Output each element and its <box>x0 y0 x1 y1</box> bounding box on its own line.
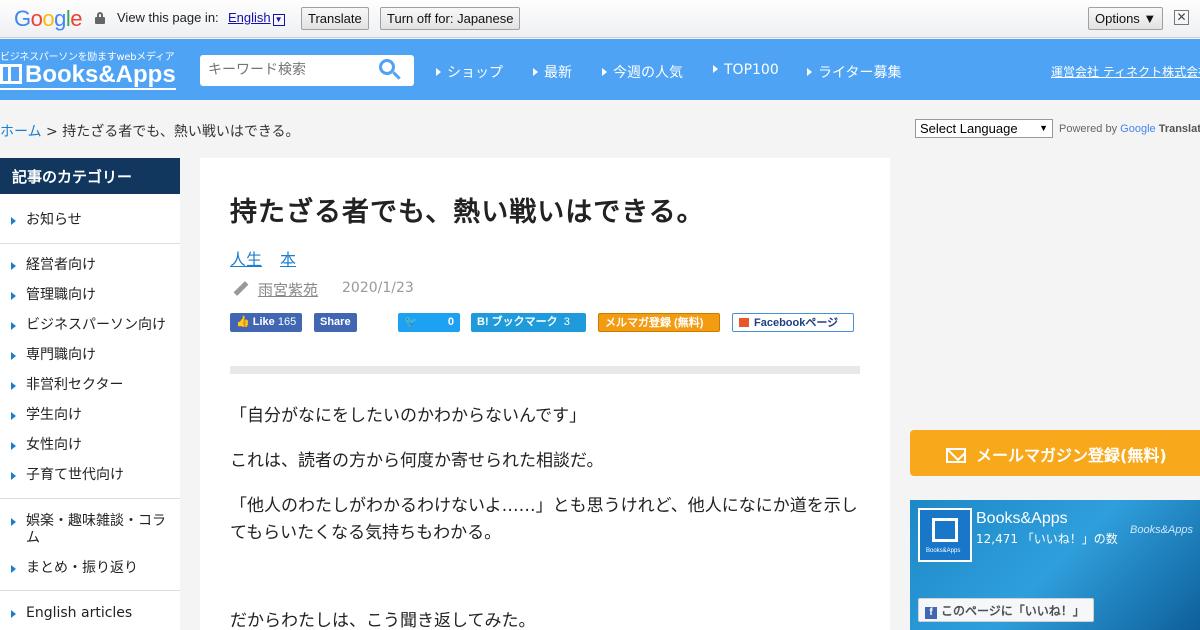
arrow-right-icon <box>11 217 16 225</box>
select-language-dropdown[interactable]: Select Language ▼ <box>915 119 1053 138</box>
sidebar-item-managers[interactable]: 管理職向け <box>0 287 180 304</box>
sidebar-item-parenting[interactable]: 子育て世代向け <box>0 467 180 484</box>
arrow-right-icon <box>11 610 16 618</box>
sidebar-item-executives[interactable]: 経営者向け <box>0 257 180 274</box>
sidebar-item-business[interactable]: ビジネスパーソン向け <box>0 317 180 334</box>
translate-prompt: View this page in: <box>117 10 219 25</box>
mail-icon <box>946 448 966 463</box>
search-icon[interactable] <box>379 59 401 81</box>
sidebar-item-nonprofit[interactable]: 非営利セクター <box>0 377 180 394</box>
facebook-share-button[interactable]: Share <box>314 313 357 332</box>
arrow-right-icon <box>11 565 16 573</box>
arrow-right-icon <box>11 292 16 300</box>
mailmag-register-button[interactable]: メルマガ登録 (無料) <box>598 313 720 332</box>
facebook-like-count: 12,471 「いいね！」の数 <box>976 532 1118 546</box>
sidebar-item-news[interactable]: お知らせ <box>0 212 180 229</box>
sidebar-item-summary[interactable]: まとめ・振り返り <box>0 560 180 577</box>
arrow-right-icon <box>11 442 16 450</box>
facebook-page-widget[interactable]: Books&Apps Books&Apps 12,471 「いいね！」の数 Bo… <box>910 500 1200 630</box>
nav-weekly-popular[interactable]: 今週の人気 <box>602 62 683 82</box>
category-sidebar: 記事のカテゴリー お知らせ 経営者向け 管理職向け ビジネスパーソン向け 専門職… <box>0 158 180 630</box>
breadcrumb: ホーム > 持たざる者でも、熱い戦いはできる。 <box>0 124 300 140</box>
nav-shop[interactable]: ショップ <box>436 62 503 82</box>
sidebar-title: 記事のカテゴリー <box>0 158 180 194</box>
logo-text: Books&Apps <box>25 61 176 88</box>
author-link[interactable]: 雨宮紫苑 <box>258 279 318 300</box>
language-link[interactable]: English <box>228 10 271 25</box>
tag-link[interactable]: 人生 <box>230 246 262 270</box>
arrow-right-icon <box>11 412 16 420</box>
site-header: ビジネスパーソンを励ますwebメディア Books&Apps ショップ 最新 今… <box>0 39 1200 100</box>
arrow-right-icon <box>11 518 16 526</box>
paragraph: これは、読者の方から何度か寄せられた相談だ。 <box>230 451 604 471</box>
search-input[interactable] <box>208 59 368 81</box>
turn-off-button[interactable]: Turn off for: Japanese <box>380 7 521 30</box>
twitter-bird-icon: 🐦 <box>404 316 418 328</box>
sidebar-item-women[interactable]: 女性向け <box>0 437 180 454</box>
mail-magazine-button[interactable]: メールマガジン登録(無料) <box>910 430 1200 476</box>
hatena-bookmark-button[interactable]: B! ブックマーク 3 <box>471 313 586 332</box>
company-link[interactable]: 運営会社 ティネクト株式会社 <box>1051 63 1200 80</box>
tweet-button[interactable]: 🐦 0 <box>398 313 460 332</box>
avatar[interactable]: Books&Apps <box>918 508 972 562</box>
nav-writer-recruit[interactable]: ライター募集 <box>807 62 901 82</box>
google-logo: Google <box>14 6 83 31</box>
facebook-like-button[interactable]: 👍 Like 165 <box>230 313 303 332</box>
breadcrumb-current: 持たざる者でも、熱い戦いはできる。 <box>62 124 300 140</box>
close-icon[interactable]: ✕ <box>1174 10 1189 25</box>
divider <box>230 366 860 374</box>
google-translate-logo: Google Translate <box>1120 123 1200 135</box>
sidebar-item-students[interactable]: 学生向け <box>0 407 180 424</box>
logo-mark-icon <box>0 64 22 84</box>
paragraph: 「他人のわたしがわかるわけないよ……」とも思うけれど、他人になにか道を示してもら… <box>230 496 858 543</box>
arrow-right-icon <box>11 472 16 480</box>
logo-mark-icon <box>932 518 958 542</box>
sidebar-item-english[interactable]: English articles <box>0 605 180 622</box>
translate-button[interactable]: Translate <box>301 7 369 30</box>
thumbs-up-icon: 👍 <box>236 316 250 328</box>
breadcrumb-home[interactable]: ホーム <box>0 124 42 140</box>
facebook-page-like-button[interactable]: f このページに「いいね！」 <box>918 598 1094 622</box>
arrow-right-icon <box>11 382 16 390</box>
nav-latest[interactable]: 最新 <box>533 62 572 82</box>
arrow-right-icon <box>11 352 16 360</box>
arrow-right-icon <box>11 322 16 330</box>
translate-bar: Google View this page in: English ▼ Trans… <box>0 0 1200 38</box>
language-selector[interactable]: English ▼ <box>228 10 285 26</box>
site-logo[interactable]: Books&Apps <box>0 63 176 90</box>
article-date: 2020/1/23 <box>342 280 414 296</box>
options-button[interactable]: Options ▼ <box>1088 7 1164 30</box>
nav-top100[interactable]: TOP100 <box>713 62 779 78</box>
sidebar-item-entertainment[interactable]: 娯楽・趣味雑談・コラム <box>0 513 170 547</box>
facebook-page-name[interactable]: Books&Apps <box>976 510 1068 528</box>
facebook-cover-watermark: Books&Apps <box>1130 524 1193 536</box>
tag-link[interactable]: 本 <box>280 246 296 270</box>
paragraph: だからわたしは、こう聞き返してみた。 <box>230 611 536 630</box>
paragraph: 「自分がなにをしたいのかわからないんです」 <box>230 406 587 426</box>
facebook-page-button[interactable]: Facebookページ <box>732 313 854 332</box>
powered-by-google-translate[interactable]: Powered by Google Translate <box>1059 123 1200 135</box>
flag-icon <box>739 318 749 327</box>
lock-icon <box>95 12 105 24</box>
dropdown-icon[interactable]: ▼ <box>272 14 285 26</box>
sidebar-item-professionals[interactable]: 専門職向け <box>0 347 180 364</box>
article-title: 持たざる者でも、熱い戦いはできる。 <box>230 197 705 228</box>
article: 持たざる者でも、熱い戦いはできる。 人生 本 雨宮紫苑 2020/1/23 👍 … <box>200 158 890 630</box>
arrow-right-icon <box>11 262 16 270</box>
facebook-icon: f <box>925 607 937 619</box>
pencil-icon <box>231 279 249 297</box>
chevron-down-icon: ▼ <box>1039 123 1048 133</box>
